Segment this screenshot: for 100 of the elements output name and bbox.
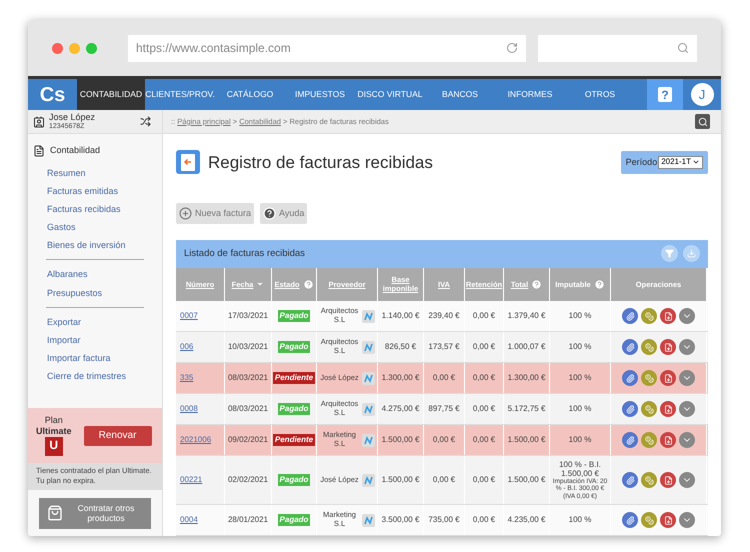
nav-tab[interactable]: CONTABILIDAD [77,79,145,110]
sidebar-link[interactable]: Albaranes [47,265,144,284]
sidebar-link[interactable]: Bienes de inversión [47,236,144,254]
sidebar-link[interactable]: Resumen [47,164,144,182]
invoice-number-link[interactable]: 0007 [180,310,198,322]
pdf-button[interactable] [660,370,676,386]
user-avatar[interactable]: J [690,82,714,107]
attachment-button[interactable] [622,512,638,528]
payment-button[interactable] [641,401,657,417]
link-button[interactable] [362,310,375,322]
invoice-number-link[interactable]: 00221 [180,474,202,486]
nav-tab[interactable]: CLIENTES/PROV. [145,79,215,110]
invoice-number-link[interactable]: 0008 [180,403,198,415]
search-icon[interactable] [677,42,689,54]
payment-button[interactable] [641,308,657,324]
payment-button[interactable] [641,432,657,448]
table-cell: 0,00 € [472,341,496,353]
sidebar-link[interactable]: Cierre de trimestres [47,367,144,386]
link-button[interactable] [362,514,375,526]
pdf-icon [664,516,672,524]
link-button[interactable] [362,434,375,446]
help-button[interactable]: ? [647,79,683,110]
invoice-number-link[interactable]: 0004 [180,514,198,526]
reload-icon[interactable] [506,42,518,54]
payment-button[interactable] [641,370,657,386]
more-button[interactable] [679,512,695,528]
table-cell: 0,00 € [472,474,496,486]
nav-tab[interactable]: CATÁLOGO [215,79,285,110]
switch-user-icon[interactable] [140,116,151,127]
nav-tab[interactable]: DISCO VIRTUAL [355,79,425,110]
invoice-icon [176,150,200,174]
sidebar-link[interactable]: Importar [47,331,144,350]
coins-icon [644,436,654,444]
attachment-button[interactable] [622,339,638,355]
help-icon[interactable] [531,278,542,290]
renew-button[interactable]: Renovar [84,426,152,446]
maximize-window-icon[interactable] [86,42,97,54]
attachment-button[interactable] [622,308,638,324]
pdf-icon [664,312,672,320]
sidebar-link[interactable]: Facturas recibidas [47,200,144,218]
more-button[interactable] [679,308,695,324]
link-button[interactable] [362,474,375,486]
sidebar-link[interactable]: Facturas emitidas [47,182,144,200]
attachment-button[interactable] [622,401,638,417]
status-badge: Pendiente [272,434,316,446]
buy-products-button[interactable]: Contratar otros productos [39,498,151,528]
close-window-icon[interactable] [52,42,63,54]
attachment-button[interactable] [622,472,638,488]
help-icon[interactable] [594,278,605,290]
pdf-button[interactable] [660,339,676,355]
table-cell: 1.140,00 € [382,310,420,322]
pdf-button[interactable] [660,401,676,417]
payment-button[interactable] [641,472,657,488]
payment-button[interactable] [641,339,657,355]
nav-tab[interactable]: OTROS [565,79,635,110]
sidebar-link[interactable]: Importar factura [47,349,144,368]
link-button[interactable] [362,340,375,354]
table-cell: 1.500,00 € [382,474,420,486]
invoice-number-link[interactable]: 006 [180,341,194,353]
more-button[interactable] [679,339,695,355]
invoice-number-link[interactable]: 335 [180,372,194,384]
table-cell: 4.235,00 € [508,514,546,526]
link-button[interactable] [362,372,375,384]
status-badge: Pagado [278,341,310,353]
more-button[interactable] [679,370,695,386]
pdf-button[interactable] [660,472,676,488]
invoice-number-link[interactable]: 2021006 [180,434,212,446]
table-cell: 239,40 € [428,310,460,322]
new-invoice-button[interactable]: Nueva factura [176,203,254,224]
pdf-button[interactable] [660,308,676,324]
attachment-button[interactable] [622,370,638,386]
sidebar-link[interactable]: Exportar [47,312,144,331]
sidebar-link[interactable]: Gastos [47,218,144,236]
nav-tab[interactable]: INFORMES [495,79,565,110]
download-button[interactable] [683,245,700,262]
more-button[interactable] [679,401,695,417]
paperclip-icon [626,516,634,524]
url-field[interactable]: https://www.contasimple.com [128,34,526,62]
pdf-button[interactable] [660,432,676,448]
more-button[interactable] [679,472,695,488]
table-cell: 08/03/2021 [228,403,268,415]
link-button[interactable] [362,402,375,416]
pdf-button[interactable] [660,512,676,528]
plan-label: Plan [44,415,63,426]
sidebar-link[interactable]: Presupuestos [47,284,144,302]
logo[interactable]: Cs [28,79,77,110]
status-badge: Pagado [278,474,310,486]
table-cell: 826,50 € [384,341,416,353]
filter-button[interactable] [661,245,678,262]
help-icon[interactable] [302,278,314,290]
nav-tab[interactable]: BANCOS [425,79,495,110]
search-button[interactable] [695,114,710,129]
period-select[interactable]: 2021-1T [658,156,703,169]
help-button[interactable]: Ayuda [260,203,308,224]
table-cell: 3.500,00 € [382,514,420,526]
nav-tab[interactable]: IMPUESTOS [285,79,355,110]
browser-search-field[interactable] [538,34,697,62]
payment-button[interactable] [641,512,657,528]
more-button[interactable] [679,432,695,448]
attachment-button[interactable] [622,432,638,448]
